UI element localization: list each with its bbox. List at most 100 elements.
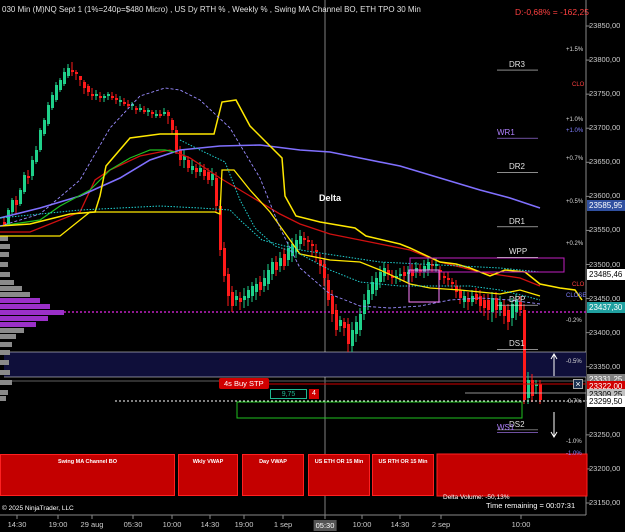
candle-body (55, 85, 58, 100)
pivot-level-label: WPP (509, 247, 528, 257)
candle-body (315, 250, 318, 252)
candle-body (107, 94, 110, 96)
buy-stop-order-label[interactable]: 4s Buy STP (219, 378, 269, 389)
time-tick-label: 10:00 (352, 520, 372, 529)
percent-level-label: +0.7% (566, 156, 584, 163)
cyan-dotted-line-2 (179, 139, 541, 301)
candle-body (255, 284, 258, 292)
volume-profile-bar (0, 244, 10, 249)
pivot-level-label: DR2 (509, 162, 526, 172)
percent-level-label: -0.2% (566, 318, 582, 325)
candle-body (527, 380, 530, 398)
volume-profile-bar (0, 292, 30, 297)
candle-body (503, 306, 506, 316)
time-remaining-readout: Time remaining = 00:07:31 (486, 501, 576, 510)
candle-body (507, 310, 510, 322)
close-order-icon[interactable]: × (573, 379, 583, 389)
volume-profile-bar (0, 252, 9, 257)
candle-body (267, 270, 270, 284)
candle-body (191, 166, 194, 170)
candle-body (451, 282, 454, 284)
candle-body (499, 302, 502, 310)
candle-body (231, 292, 234, 306)
pivot-level-label: WR1 (497, 128, 515, 138)
candle-body (11, 200, 14, 212)
percent-level-label: +1.0% (566, 117, 584, 124)
volume-profile-bar (0, 262, 8, 267)
time-tick-label: 29 aug (80, 520, 104, 529)
order-size-badge[interactable]: 4 (309, 389, 319, 399)
candle-body (39, 130, 42, 150)
percent-level-label: -1.0% (566, 439, 582, 446)
pivot-level-label: DR1 (509, 216, 526, 226)
order-quantity-field[interactable]: 9,75 (270, 389, 307, 399)
candle-body (79, 76, 82, 80)
candle-body (159, 114, 162, 116)
price-marker-label: 23299,50 (587, 395, 625, 407)
volume-profile-bar (0, 334, 16, 339)
candle-body (175, 130, 178, 150)
candle-body (459, 290, 462, 298)
value-area-band (4, 352, 586, 377)
candle-body (147, 110, 150, 112)
candle-body (283, 254, 286, 266)
volume-profile-bar (0, 298, 40, 303)
candle-body (335, 310, 338, 330)
candle-body (443, 276, 446, 278)
candle-body (167, 112, 170, 116)
volume-profile-bar (0, 328, 24, 333)
candle-body (43, 120, 46, 134)
time-tick-label: 2 sep (431, 520, 451, 529)
percent-level-label: -0.5% (566, 359, 582, 366)
candle-body (111, 96, 114, 98)
volume-profile-bar (0, 380, 12, 385)
candle-body (99, 96, 102, 98)
chart-title: 030 Min (M)NQ Sept 1 (1%=240p=$480 Micro… (2, 5, 421, 14)
indicator-toggle-button[interactable]: Swing MA Channel BO (0, 454, 175, 496)
candle-body (251, 286, 254, 296)
candle-body (247, 290, 250, 298)
candle-body (399, 274, 402, 276)
indicator-toggle-button[interactable]: US RTH OR 15 Min (372, 454, 434, 496)
candle-body (479, 296, 482, 306)
price-tick-label: 23600,00 (589, 191, 621, 201)
candle-body (203, 170, 206, 176)
price-tick-label: 23650,00 (589, 157, 621, 167)
candle-body (19, 190, 22, 204)
time-tick-label: 14:30 (7, 520, 27, 529)
volume-profile-bar (0, 286, 22, 291)
price-chart[interactable] (0, 0, 625, 532)
percent-level-label: CLO (572, 282, 585, 289)
candle-body (239, 298, 242, 302)
percent-level-label: +0.5% (566, 199, 584, 206)
candle-body (259, 282, 262, 290)
price-tick-label: 23150,00 (589, 498, 621, 507)
swing-channel-upper (0, 99, 583, 301)
candle-body (307, 240, 310, 242)
time-tick-label: 05:30 (123, 520, 143, 529)
candle-body (23, 175, 26, 192)
indicator-toggle-button[interactable]: US ETH OR 15 Min (308, 454, 370, 496)
price-tick-label: 23850,00 (589, 21, 621, 30)
candle-body (483, 300, 486, 308)
volume-profile-bar (0, 310, 64, 315)
volume-profile-bar (0, 396, 6, 401)
candle-body (367, 290, 370, 304)
time-tick-label: 14:30 (200, 520, 220, 529)
candle-body (115, 98, 118, 100)
candle-body (95, 94, 98, 96)
indicator-toggle-button[interactable]: Wkly VWAP (178, 454, 238, 496)
price-tick-label: 23400,00 (589, 327, 621, 337)
candle-body (215, 178, 218, 206)
candle-body (51, 95, 54, 108)
indicator-toggle-button[interactable]: Day VWAP (242, 454, 304, 496)
time-tick-label: 14:30 (390, 520, 410, 529)
time-tick-label: 19:00 (48, 520, 68, 529)
candle-body (523, 310, 526, 400)
candle-body (487, 300, 490, 310)
candle-body (35, 150, 38, 162)
time-tick-label: 10:00 (511, 520, 531, 529)
target-zone-box (236, 401, 523, 419)
time-tick-label: 05:30 (313, 520, 337, 531)
percent-level-label: +0.2% (566, 241, 584, 248)
